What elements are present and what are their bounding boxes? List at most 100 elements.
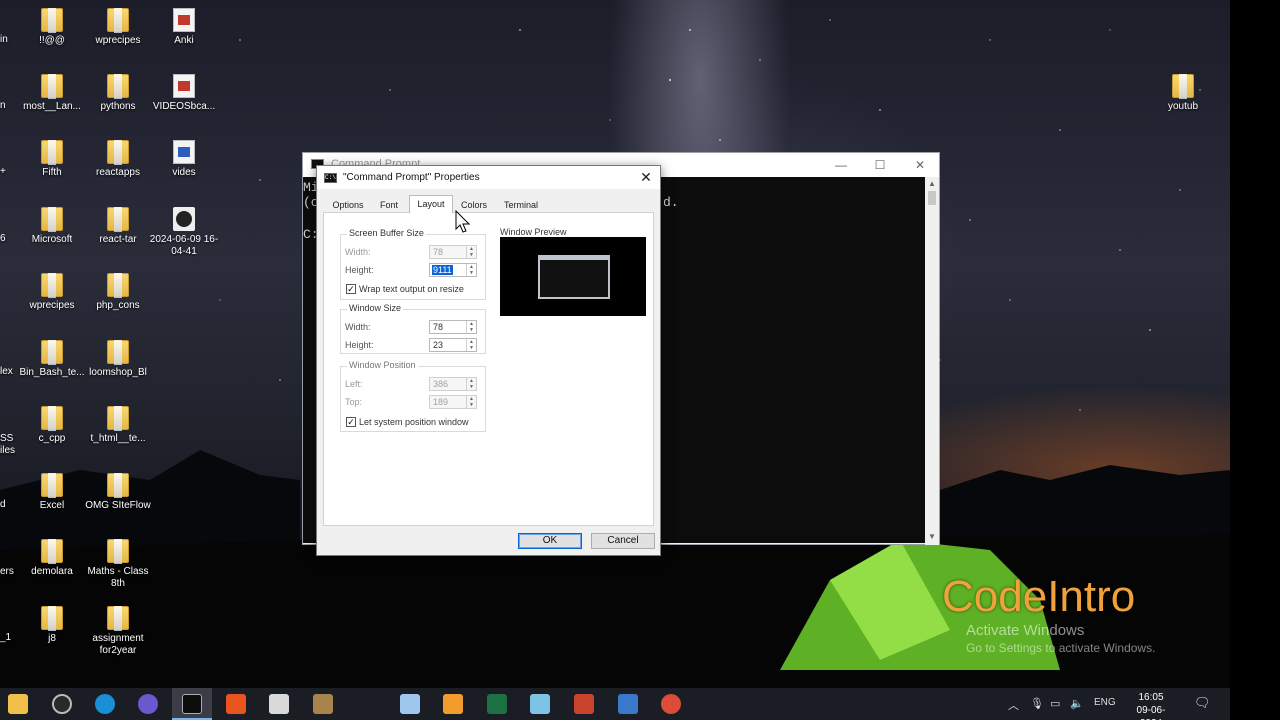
window-size-group: Window Size Width: 78 ▲ ▼ Height: 23 ▲ ▼ — [340, 303, 486, 354]
edge-label: d — [0, 499, 6, 510]
virtualbox-icon[interactable] — [400, 694, 420, 714]
network-icon[interactable]: ▭ — [1050, 697, 1060, 710]
stepper-arrows-icon[interactable]: ▲ ▼ — [466, 396, 476, 408]
layout-tab-panel: Screen Buffer Size Width: 78 ▲ ▼ Height: … — [323, 212, 654, 526]
desktop-icon-label: OMG SIteFlow — [85, 500, 151, 511]
stepper-arrows-icon[interactable]: ▲ ▼ — [466, 246, 476, 258]
dialog-close-button[interactable]: ✕ — [635, 168, 657, 186]
desktop-icon[interactable]: OMG SIteFlow — [80, 473, 156, 512]
scroll-up-icon[interactable]: ▲ — [925, 178, 939, 190]
desktop-icon[interactable]: demolara — [14, 539, 90, 578]
desktop-icon[interactable]: youtub — [1145, 74, 1221, 113]
buffer-width-stepper[interactable]: 78 ▲ ▼ — [429, 245, 477, 259]
volume-icon[interactable]: 🔈 — [1070, 697, 1084, 710]
desktop-icon[interactable]: j8 — [14, 606, 90, 645]
desktop-icon-label: 2024-06-09 16-04-41 — [149, 234, 219, 257]
desktop-icon[interactable]: c_cpp — [14, 406, 90, 445]
edge-label: n — [0, 100, 6, 111]
calculator-icon[interactable] — [618, 694, 638, 714]
console-scrollbar[interactable]: ▲ ▼ — [925, 177, 939, 545]
tray-overflow-icon[interactable]: ︿ — [1008, 697, 1019, 713]
folder-icon — [107, 207, 129, 232]
scroll-down-icon[interactable]: ▼ — [925, 531, 939, 543]
desktop-icon[interactable]: Maths - Class 8th — [80, 539, 156, 590]
folder-icon — [41, 606, 63, 631]
desktop-icon[interactable]: reactapps — [80, 140, 156, 179]
window-width-stepper[interactable]: 78 ▲ ▼ — [429, 320, 477, 334]
archive-icon[interactable] — [313, 694, 333, 714]
sublime-icon[interactable] — [443, 694, 463, 714]
folder-icon — [107, 273, 129, 298]
dialog-titlebar[interactable]: C:\ "Command Prompt" Properties ✕ — [317, 166, 660, 189]
tab-options[interactable]: Options — [327, 198, 369, 212]
activate-windows-title: Activate Windows — [966, 622, 1085, 639]
edge-label: iles — [0, 445, 16, 456]
file-explorer-icon[interactable] — [8, 694, 28, 714]
desktop-icon[interactable]: Excel — [14, 473, 90, 512]
notepad-icon[interactable] — [530, 694, 550, 714]
taskbar-clock[interactable]: 16:05 09-06-2024 — [1126, 691, 1176, 720]
edge-label: ers — [0, 566, 14, 577]
desktop-icon[interactable]: !!@@ — [14, 8, 90, 47]
obs-icon[interactable] — [52, 694, 72, 714]
desktop-icon-label: c_cpp — [38, 433, 66, 444]
console-line-tail: d. — [663, 195, 679, 210]
chrome-icon[interactable] — [661, 694, 681, 714]
system-position-checkbox[interactable]: ✓ — [346, 417, 356, 427]
minimize-button[interactable]: — — [826, 156, 856, 174]
stepper-arrows-icon[interactable]: ▲ ▼ — [466, 378, 476, 390]
desktop-icon-label: Microsoft — [31, 234, 73, 245]
desktop-icon[interactable]: Microsoft — [14, 207, 90, 246]
desktop-icon-label: react-tar — [99, 234, 137, 245]
scrollbar-thumb[interactable] — [928, 191, 936, 205]
console-close-button[interactable]: ✕ — [905, 156, 935, 174]
properties-dialog[interactable]: C:\ "Command Prompt" Properties ✕ Option… — [316, 165, 661, 556]
excel-icon[interactable] — [487, 694, 507, 714]
desktop-icon[interactable]: php_cons — [80, 273, 156, 312]
tab-terminal[interactable]: Terminal — [497, 198, 545, 212]
desktop-icon[interactable]: loomshop_Bl — [80, 340, 156, 379]
language-indicator[interactable]: ENG — [1094, 697, 1116, 708]
terminal-icon[interactable] — [182, 694, 202, 714]
desktop-icon[interactable]: Anki — [146, 8, 222, 47]
position-top-stepper[interactable]: 189 ▲ ▼ — [429, 395, 477, 409]
stepper-arrows-icon[interactable]: ▲ ▼ — [466, 321, 476, 333]
desktop-icon[interactable]: pythons — [80, 74, 156, 113]
desktop-icon[interactable]: vides — [146, 140, 222, 179]
desktop-icon[interactable]: Fifth — [14, 140, 90, 179]
stepper-arrows-icon[interactable]: ▲ ▼ — [466, 339, 476, 351]
desktop-icon[interactable]: most__Lan... — [14, 74, 90, 113]
wrap-text-checkbox[interactable]: ✓ — [346, 284, 356, 294]
desktop-icon[interactable]: 2024-06-09 16-04-41 — [146, 207, 222, 258]
desktop-icon[interactable]: assignment for2year — [80, 606, 156, 657]
window-height-stepper[interactable]: 23 ▲ ▼ — [429, 338, 477, 352]
ubuntu-icon[interactable] — [226, 694, 246, 714]
microphone-icon[interactable]: 🎙 — [1030, 697, 1044, 710]
paint-icon[interactable] — [269, 694, 289, 714]
maximize-button[interactable]: ☐ — [865, 156, 895, 174]
buffer-height-label: Height: — [345, 265, 374, 275]
desktop-icon-label: loomshop_Bl — [89, 367, 147, 378]
desktop-icon[interactable]: wprecipes — [14, 273, 90, 312]
desktop-icon-label: t_html__te... — [90, 433, 146, 444]
tab-font[interactable]: Font — [373, 198, 405, 212]
edge-icon[interactable] — [95, 694, 115, 714]
cancel-button[interactable]: Cancel — [591, 533, 655, 549]
powerpoint-icon[interactable] — [574, 694, 594, 714]
desktop-icon[interactable]: Bin_Bash_te... — [14, 340, 90, 379]
stepper-arrows-icon[interactable]: ▲ ▼ — [466, 264, 476, 276]
desktop-icon[interactable]: react-tar — [80, 207, 156, 246]
desktop-icon[interactable]: wprecipes — [80, 8, 156, 47]
ok-button[interactable]: OK — [518, 533, 582, 549]
tab-layout[interactable]: Layout — [409, 195, 453, 213]
notifications-icon[interactable]: 🗨 — [1194, 695, 1211, 711]
window-height-value: 23 — [433, 340, 444, 350]
firefox-icon[interactable] — [138, 694, 158, 714]
group-title: Window Position — [347, 360, 418, 370]
desktop-icon[interactable]: t_html__te... — [80, 406, 156, 445]
activate-windows-subtitle: Go to Settings to activate Windows. — [966, 641, 1156, 655]
position-left-stepper[interactable]: 386 ▲ ▼ — [429, 377, 477, 391]
buffer-height-stepper[interactable]: 9111 ▲ ▼ — [429, 263, 477, 277]
desktop-icon[interactable]: VIDEOSbca... — [146, 74, 222, 113]
desktop-icon-label: reactapps — [96, 167, 140, 178]
